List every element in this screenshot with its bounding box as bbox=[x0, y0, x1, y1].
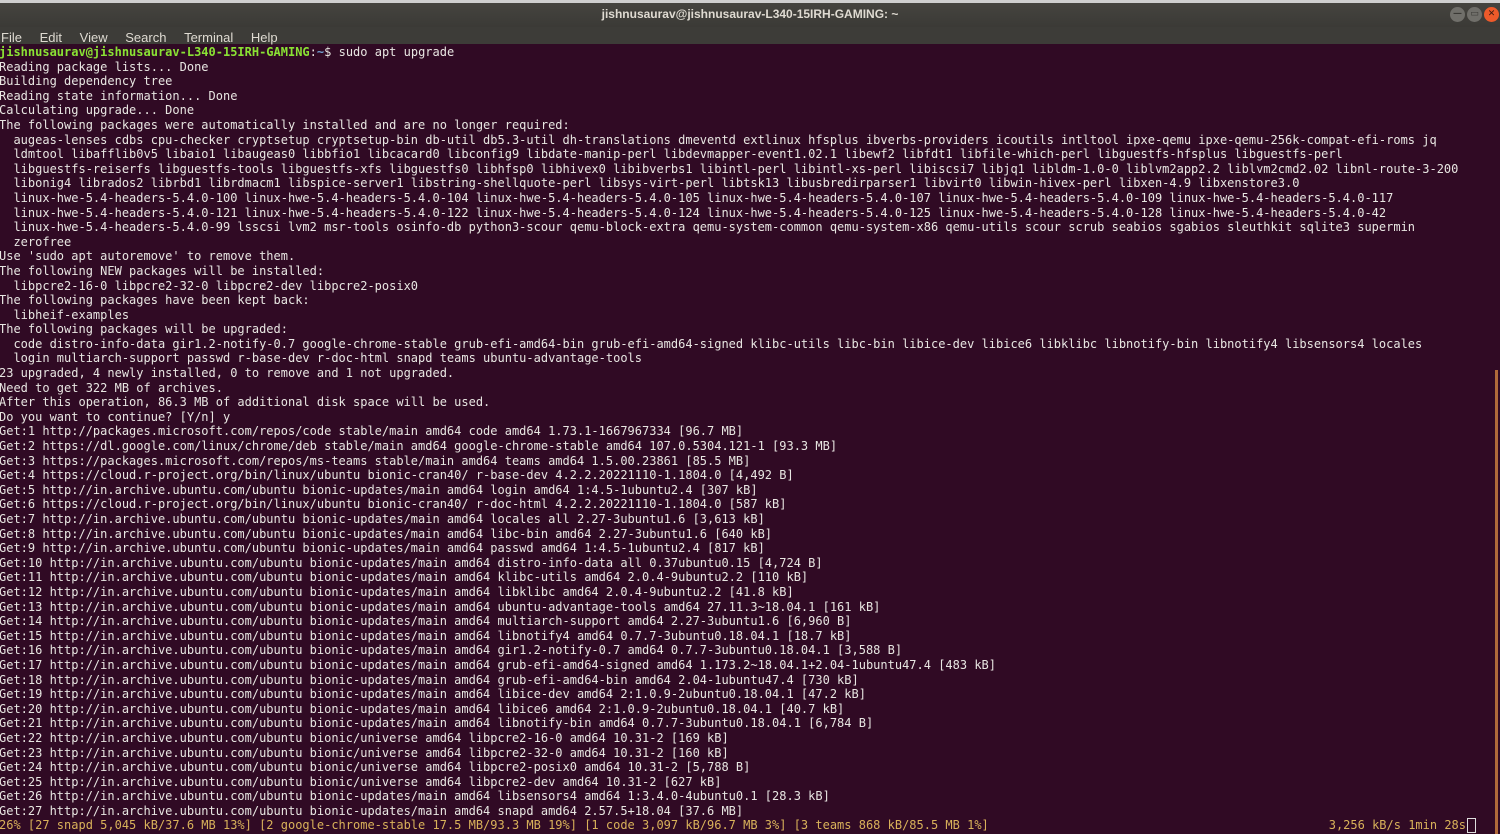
output-line: Get:14 http://in.archive.ubuntu.com/ubun… bbox=[0, 614, 852, 629]
scrollbar[interactable] bbox=[1495, 370, 1498, 834]
output-line: Calculating upgrade... Done bbox=[0, 103, 195, 118]
prompt-line: jishnusaurav@jishnusaurav-L340-15IRH-GAM… bbox=[0, 45, 1494, 60]
output-line: Reading state information... Done bbox=[0, 88, 238, 103]
output-line: libonig4 librados2 librbd1 librdmacm1 li… bbox=[0, 176, 1300, 191]
output-line: Get:17 http://in.archive.ubuntu.com/ubun… bbox=[0, 657, 996, 672]
output-line: Get:27 http://in.archive.ubuntu.com/ubun… bbox=[0, 803, 744, 818]
output-line: Get:1 http://packages.microsoft.com/repo… bbox=[0, 424, 744, 439]
output-line: Get:4 https://cloud.r-project.org/bin/li… bbox=[0, 468, 794, 483]
download-rate: 3,256 kB/s 1min 28s bbox=[1328, 818, 1466, 833]
output-line: Get:8 http://in.archive.ubuntu.com/ubunt… bbox=[0, 526, 773, 541]
output-line: Get:22 http://in.archive.ubuntu.com/ubun… bbox=[0, 730, 729, 745]
output-line: Get:7 http://in.archive.ubuntu.com/ubunt… bbox=[0, 512, 765, 526]
output-line: Get:23 http://in.archive.ubuntu.com/ubun… bbox=[0, 745, 729, 760]
terminal-output[interactable]: jishnusaurav@jishnusaurav-L340-15IRH-GAM… bbox=[0, 45, 1494, 834]
output-line: Get:18 http://in.archive.ubuntu.com/ubun… bbox=[0, 672, 859, 687]
output-line: zerofree bbox=[0, 234, 72, 249]
output-line: Get:12 http://in.archive.ubuntu.com/ubun… bbox=[0, 584, 794, 599]
menu-terminal[interactable]: Terminal bbox=[184, 29, 233, 46]
menu-file[interactable]: File bbox=[1, 29, 22, 46]
output-line: Get:15 http://in.archive.ubuntu.com/ubun… bbox=[0, 628, 852, 643]
output-line: Get:26 http://in.archive.ubuntu.com/ubun… bbox=[0, 789, 830, 804]
window-title: jishnusaurav@jishnusaurav-L340-15IRH-GAM… bbox=[601, 7, 899, 21]
output-line: Get:20 http://in.archive.ubuntu.com/ubun… bbox=[0, 701, 845, 716]
menu-view[interactable]: View bbox=[80, 29, 108, 46]
menu-bar: File Edit View Search Terminal Help bbox=[0, 27, 1500, 46]
output-line: The following packages will be upgraded: bbox=[0, 322, 288, 337]
output-line: Get:25 http://in.archive.ubuntu.com/ubun… bbox=[0, 774, 722, 789]
command-text: sudo apt upgrade bbox=[331, 45, 455, 59]
window-titlebar[interactable]: jishnusaurav@jishnusaurav-L340-15IRH-GAM… bbox=[0, 0, 1500, 27]
menu-edit[interactable]: Edit bbox=[40, 29, 62, 46]
output-line: Get:3 https://packages.microsoft.com/rep… bbox=[0, 453, 751, 468]
output-line: Get:9 http://in.archive.ubuntu.com/ubunt… bbox=[0, 541, 765, 556]
output-line: Get:16 http://in.archive.ubuntu.com/ubun… bbox=[0, 643, 903, 658]
output-line: Use 'sudo apt autoremove' to remove them… bbox=[0, 249, 296, 264]
output-line: Get:19 http://in.archive.ubuntu.com/ubun… bbox=[0, 687, 866, 702]
output-line: Get:24 http://in.archive.ubuntu.com/ubun… bbox=[0, 760, 751, 775]
menu-search[interactable]: Search bbox=[125, 29, 166, 46]
output-line: linux-hwe-5.4-headers-5.4.0-121 linux-hw… bbox=[0, 205, 1387, 220]
output-line: Get:13 http://in.archive.ubuntu.com/ubun… bbox=[0, 599, 881, 614]
output-line: login multiarch-support passwd r-base-de… bbox=[0, 351, 642, 366]
download-progress: 26% [27 snapd 5,045 kB/37.6 MB 13%] [2 g… bbox=[0, 818, 989, 833]
output-line: Get:11 http://in.archive.ubuntu.com/ubun… bbox=[0, 570, 809, 585]
output-line: libheif-examples bbox=[0, 307, 130, 322]
output-line: Get:6 https://cloud.r-project.org/bin/li… bbox=[0, 497, 787, 512]
output-line: Building dependency tree bbox=[0, 74, 173, 89]
output-line: 23 upgraded, 4 newly installed, 0 to rem… bbox=[0, 366, 455, 381]
output-line: Do you want to continue? [Y/n] y bbox=[0, 409, 231, 424]
output-line: Get:2 https://dl.google.com/linux/chrome… bbox=[0, 439, 838, 454]
minimize-button[interactable]: — bbox=[1450, 7, 1465, 22]
output-line: linux-hwe-5.4-headers-5.4.0-100 linux-hw… bbox=[0, 190, 1394, 205]
output-line: The following packages have been kept ba… bbox=[0, 293, 310, 308]
close-button[interactable]: ✕ bbox=[1484, 7, 1499, 22]
output-line: code distro-info-data gir1.2-notify-0.7 … bbox=[0, 336, 1423, 351]
output-line: Reading package lists... Done bbox=[0, 59, 209, 74]
menu-help[interactable]: Help bbox=[251, 29, 278, 46]
maximize-button[interactable]: ▭ bbox=[1467, 7, 1482, 22]
terminal-cursor bbox=[1467, 818, 1476, 834]
download-status-line: 26% [27 snapd 5,045 kB/37.6 MB 13%] [2 g… bbox=[0, 818, 1494, 834]
output-line: Get:5 http://in.archive.ubuntu.com/ubunt… bbox=[0, 482, 758, 497]
output-line: augeas-lenses cdbs cpu-checker cryptsetu… bbox=[0, 132, 1437, 147]
output-line: libpcre2-16-0 libpcre2-32-0 libpcre2-dev… bbox=[0, 278, 419, 293]
output-line: libguestfs-reiserfs libguestfs-tools lib… bbox=[0, 161, 1459, 176]
output-line: Need to get 322 MB of archives. bbox=[0, 380, 223, 395]
prompt-user-host: jishnusaurav@jishnusaurav-L340-15IRH-GAM… bbox=[0, 45, 310, 59]
output-line: Get:10 http://in.archive.ubuntu.com/ubun… bbox=[0, 555, 823, 570]
output-line: linux-hwe-5.4-headers-5.4.0-99 lsscsi lv… bbox=[0, 220, 1416, 235]
prompt-separator: : bbox=[309, 45, 317, 59]
output-line: The following NEW packages will be insta… bbox=[0, 263, 325, 278]
output-line: Get:21 http://in.archive.ubuntu.com/ubun… bbox=[0, 716, 874, 731]
output-line: After this operation, 86.3 MB of additio… bbox=[0, 395, 491, 410]
output-line: ldmtool libafflib0v5 libaio1 libaugeas0 … bbox=[0, 147, 1343, 162]
output-line: The following packages were automaticall… bbox=[0, 117, 570, 132]
